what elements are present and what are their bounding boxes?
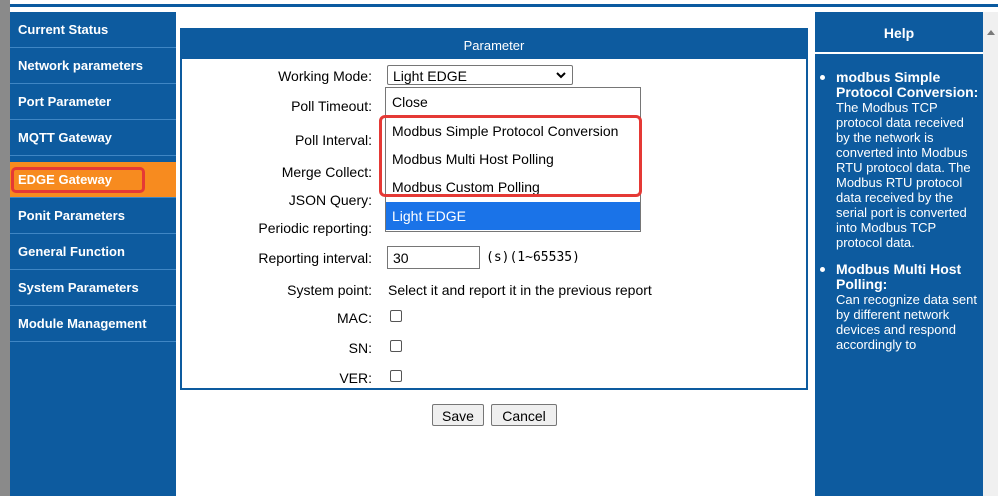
sidebar-item-label: Module Management bbox=[18, 316, 147, 331]
help-item-title: modbus Simple Protocol Conversion: bbox=[836, 69, 979, 100]
sidebar-item-port-parameter[interactable]: Port Parameter bbox=[10, 84, 176, 120]
bullet-icon bbox=[820, 267, 825, 272]
annotation-highlight-box bbox=[379, 115, 642, 197]
working-mode-label: Working Mode: bbox=[278, 68, 372, 84]
sidebar-item-network-parameters[interactable]: Network parameters bbox=[10, 48, 176, 84]
sidebar-item-module-management[interactable]: Module Management bbox=[10, 306, 176, 342]
working-mode-row: Working Mode: Light EDGE bbox=[182, 64, 806, 88]
help-item-body: The Modbus TCP protocol data received by… bbox=[836, 100, 971, 250]
mac-label: MAC: bbox=[337, 310, 372, 326]
system-point-label: System point: bbox=[287, 282, 372, 298]
json-query-label: JSON Query: bbox=[288, 192, 372, 208]
reporting-interval-input[interactable]: 30 bbox=[387, 246, 480, 269]
sn-checkbox[interactable] bbox=[390, 340, 402, 352]
sidebar-item-current-status[interactable]: Current Status bbox=[10, 12, 176, 48]
panel-title: Parameter bbox=[182, 30, 806, 59]
sidebar-item-edge-gateway[interactable]: EDGE Gateway bbox=[10, 162, 176, 198]
reporting-interval-unit: (s)(1~65535) bbox=[486, 250, 580, 265]
sidebar-item-label: General Function bbox=[18, 244, 125, 259]
sidebar-item-label: System Parameters bbox=[18, 280, 139, 295]
help-title: Help bbox=[815, 12, 983, 54]
top-border bbox=[10, 0, 998, 7]
sn-row: SN: bbox=[182, 336, 806, 360]
system-point-row: System point: Select it and report it in… bbox=[182, 278, 806, 302]
help-item-title: Modbus Multi Host Polling: bbox=[836, 261, 962, 292]
help-item: Modbus Multi Host Polling: Can recognize… bbox=[815, 262, 983, 352]
dropdown-option-light-edge[interactable]: Light EDGE bbox=[386, 202, 640, 230]
poll-timeout-label: Poll Timeout: bbox=[291, 98, 372, 114]
sidebar-item-label: Port Parameter bbox=[18, 94, 112, 109]
ver-checkbox[interactable] bbox=[390, 370, 402, 382]
working-mode-value: Light EDGE bbox=[393, 68, 467, 84]
sidebar-nav: Current Status Network parameters Port P… bbox=[10, 12, 176, 496]
mac-row: MAC: bbox=[182, 306, 806, 330]
reporting-interval-label: Reporting interval: bbox=[258, 250, 372, 266]
periodic-reporting-label: Periodic reporting: bbox=[258, 220, 372, 236]
poll-interval-label: Poll Interval: bbox=[294, 132, 372, 148]
merge-collect-label: Merge Collect: bbox=[281, 164, 372, 180]
help-item: modbus Simple Protocol Conversion: The M… bbox=[815, 70, 983, 250]
ver-row: VER: bbox=[182, 366, 806, 390]
sidebar-item-label: Current Status bbox=[18, 22, 109, 37]
help-scrollbar[interactable] bbox=[983, 12, 998, 496]
reporting-interval-row: Reporting interval: 30 (s)(1~65535) bbox=[182, 246, 806, 270]
sidebar-item-label: MQTT Gateway bbox=[18, 130, 112, 145]
sidebar-item-label: Network parameters bbox=[18, 58, 143, 73]
window-left-border bbox=[0, 0, 10, 496]
help-item-body: Can recognize data sent by different net… bbox=[836, 292, 977, 352]
mac-checkbox[interactable] bbox=[390, 310, 402, 322]
sidebar-item-general-function[interactable]: General Function bbox=[10, 234, 176, 270]
save-button[interactable]: Save bbox=[432, 404, 484, 426]
bullet-icon bbox=[820, 75, 825, 80]
help-panel: Help modbus Simple Protocol Conversion: … bbox=[815, 12, 983, 496]
scroll-up-arrow-icon[interactable] bbox=[987, 30, 995, 35]
sidebar-item-mqtt-gateway[interactable]: MQTT Gateway bbox=[10, 120, 176, 156]
system-point-text: Select it and report it in the previous … bbox=[388, 282, 652, 298]
help-content: modbus Simple Protocol Conversion: The M… bbox=[815, 70, 983, 364]
sn-label: SN: bbox=[348, 340, 372, 356]
sidebar-item-label: Ponit Parameters bbox=[18, 208, 125, 223]
ver-label: VER: bbox=[339, 370, 372, 386]
sidebar-item-system-parameters[interactable]: System Parameters bbox=[10, 270, 176, 306]
working-mode-select[interactable]: Light EDGE bbox=[387, 65, 573, 85]
chevron-down-icon bbox=[556, 72, 566, 79]
sidebar-item-ponit-parameters[interactable]: Ponit Parameters bbox=[10, 198, 176, 234]
annotation-highlight-box bbox=[11, 167, 145, 193]
cancel-button[interactable]: Cancel bbox=[491, 404, 557, 426]
dropdown-option-close[interactable]: Close bbox=[386, 88, 640, 116]
